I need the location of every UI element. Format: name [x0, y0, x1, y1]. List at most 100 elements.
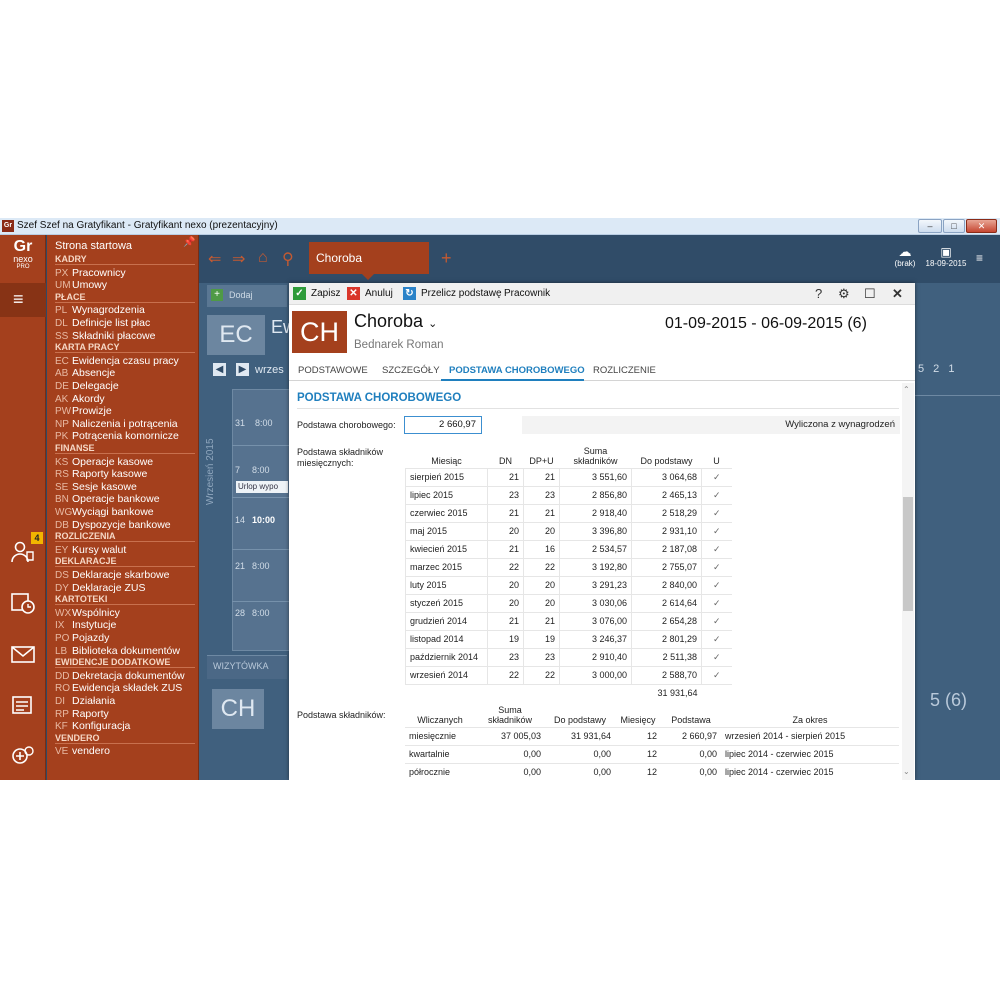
- column-header[interactable]: Za okres: [721, 703, 899, 727]
- menu-item[interactable]: PK Potrącenia komornicze: [55, 430, 179, 443]
- column-header[interactable]: Podstawa: [661, 703, 721, 727]
- tab-szczegoly[interactable]: SZCZEGÓŁY: [382, 365, 440, 376]
- menu-item[interactable]: LB Biblioteka dokumentów: [55, 645, 180, 658]
- menu-item[interactable]: PL Wynagrodzenia: [55, 304, 145, 317]
- menu-toggle[interactable]: ≡: [0, 283, 46, 317]
- tab-podstawa-chorobowego[interactable]: PODSTAWA CHOROBOWEGO: [449, 365, 585, 376]
- checkmark-icon[interactable]: ✓: [701, 647, 732, 666]
- save-button[interactable]: Zapisz: [311, 288, 340, 299]
- menu-item[interactable]: EC Ewidencja czasu pracy: [55, 355, 179, 368]
- tab-rozliczenie[interactable]: ROZLICZENIE: [593, 365, 656, 376]
- menu-item[interactable]: SS Składniki płacowe: [55, 330, 155, 343]
- table-row[interactable]: marzec 2015 22 22 3 192,80 2 755,07 ✓: [405, 557, 732, 576]
- minimize-icon[interactable]: –: [918, 219, 942, 233]
- column-header[interactable]: Suma składników: [475, 703, 545, 727]
- menu-item[interactable]: WGWyciągi bankowe: [55, 506, 154, 519]
- settings-icon[interactable]: ⚙: [838, 286, 850, 302]
- table-row[interactable]: luty 2015 20 20 3 291,23 2 840,00 ✓: [405, 575, 732, 594]
- menu-home-link[interactable]: Strona startowa: [55, 240, 132, 252]
- menu-item[interactable]: EY Kursy walut: [55, 544, 126, 557]
- checkmark-icon[interactable]: ✓: [701, 575, 732, 594]
- menu-item[interactable]: AK Akordy: [55, 393, 105, 406]
- work-date[interactable]: ▣ 18-09-2015: [924, 245, 968, 268]
- new-tab-icon[interactable]: +: [441, 248, 452, 269]
- table-row[interactable]: sierpień 2015 21 21 3 551,60 3 064,68 ✓: [405, 467, 732, 486]
- checkmark-icon[interactable]: ✓: [701, 485, 732, 504]
- scrollbar-thumb[interactable]: [903, 497, 913, 611]
- menu-item[interactable]: DY Deklaracje ZUS: [55, 582, 146, 595]
- dialog-title[interactable]: Choroba ⌄: [354, 311, 437, 332]
- tab-choroba[interactable]: Choroba: [309, 242, 429, 274]
- menu-item[interactable]: SE Sesje kasowe: [55, 481, 137, 494]
- back-arrow-icon[interactable]: ⇐: [208, 249, 221, 269]
- mail-icon[interactable]: [8, 643, 38, 669]
- document-icon[interactable]: [8, 694, 38, 720]
- help-icon[interactable]: ?: [815, 286, 822, 301]
- table-row[interactable]: grudzień 2014 21 21 3 076,00 2 654,28 ✓: [405, 611, 732, 630]
- checkmark-icon[interactable]: ✓: [701, 503, 732, 522]
- table-row[interactable]: lipiec 2015 23 23 2 856,80 2 465,13 ✓: [405, 485, 732, 504]
- checkmark-icon[interactable]: ✓: [701, 467, 732, 486]
- column-header[interactable]: U: [702, 442, 732, 468]
- table-row[interactable]: miesięcznie 37 005,03 31 931,64 12 2 660,97 w…: [405, 726, 899, 745]
- scroll-down-icon[interactable]: ⌄: [903, 767, 910, 776]
- menu-item[interactable]: DL Definicje list płac: [55, 317, 150, 330]
- checkmark-icon[interactable]: ✓: [701, 557, 732, 576]
- recalculate-button[interactable]: Przelicz podstawę: [421, 288, 502, 299]
- tab-podstawowe[interactable]: PODSTAWOWE: [298, 365, 368, 376]
- menu-item[interactable]: DI Działania: [55, 695, 115, 708]
- table-row[interactable]: październik 2014 23 23 2 910,40 2 511,38 ✓: [405, 647, 732, 666]
- pin-icon[interactable]: 📌: [183, 237, 195, 248]
- column-header[interactable]: Suma składników: [560, 442, 632, 468]
- menu-item[interactable]: NP Naliczenia i potrącenia: [55, 418, 178, 431]
- maximize-dialog-icon[interactable]: ☐: [864, 286, 876, 302]
- column-header[interactable]: Do podstawy: [632, 442, 702, 468]
- menu-item[interactable]: BN Operacje bankowe: [55, 493, 160, 506]
- checkmark-icon[interactable]: ✓: [701, 629, 732, 648]
- column-header[interactable]: Miesięcy: [615, 703, 661, 727]
- menu-item[interactable]: PO Pojazdy: [55, 632, 109, 645]
- add-module-icon[interactable]: [8, 743, 38, 769]
- cancel-button[interactable]: Anuluj: [365, 288, 393, 299]
- base-value-field[interactable]: 2 660,97: [404, 416, 482, 434]
- search-icon[interactable]: ⚲: [282, 249, 294, 269]
- forward-arrow-icon[interactable]: ⇒: [232, 249, 245, 269]
- menu-item[interactable]: KF Konfiguracja: [55, 720, 130, 733]
- checkmark-icon[interactable]: ✓: [701, 539, 732, 558]
- menu-item[interactable]: RO Ewidencja składek ZUS: [55, 682, 182, 695]
- maximize-icon[interactable]: □: [943, 219, 965, 233]
- checkmark-icon[interactable]: ✓: [701, 665, 732, 684]
- menu-item[interactable]: DS Deklaracje skarbowe: [55, 569, 169, 582]
- column-header[interactable]: Do podstawy: [545, 703, 615, 727]
- menu-item[interactable]: RS Raporty kasowe: [55, 468, 147, 481]
- worker-menu-button[interactable]: Pracownik: [504, 288, 550, 299]
- table-row[interactable]: maj 2015 20 20 3 396,80 2 931,10 ✓: [405, 521, 732, 540]
- app-menu-icon[interactable]: ≡: [976, 251, 983, 265]
- menu-item[interactable]: PWProwizje: [55, 405, 112, 418]
- table-row[interactable]: kwiecień 2015 21 16 2 534,57 2 187,08 ✓: [405, 539, 732, 558]
- menu-item[interactable]: DB Dyspozycje bankowe: [55, 519, 171, 532]
- table-row[interactable]: styczeń 2015 20 20 3 030,06 2 614,64 ✓: [405, 593, 732, 612]
- column-header[interactable]: Wliczanych: [405, 703, 475, 727]
- menu-item[interactable]: IX Instytucje: [55, 619, 116, 632]
- home-icon[interactable]: ⌂: [258, 249, 268, 267]
- table-row[interactable]: półrocznie 0,00 0,00 12 0,00 lipiec 2014 - cz…: [405, 762, 899, 780]
- table-row[interactable]: czerwiec 2015 21 21 2 918,40 2 518,29 ✓: [405, 503, 732, 522]
- menu-item[interactable]: VE vendero: [55, 745, 110, 758]
- calendar-clock-icon[interactable]: [8, 591, 38, 617]
- menu-item[interactable]: DE Delegacje: [55, 380, 119, 393]
- menu-item[interactable]: KS Operacje kasowe: [55, 456, 153, 469]
- column-header[interactable]: DN: [488, 442, 524, 468]
- menu-item[interactable]: PX Pracownicy: [55, 267, 126, 280]
- menu-item[interactable]: AB Absencje: [55, 367, 115, 380]
- checkmark-icon[interactable]: ✓: [701, 521, 732, 540]
- user-status[interactable]: ☁ (brak): [890, 245, 920, 269]
- menu-item[interactable]: UMUmowy: [55, 279, 107, 292]
- table-row[interactable]: wrzesień 2014 22 22 3 000,00 2 588,70 ✓: [405, 665, 732, 684]
- close-dialog-icon[interactable]: ✕: [892, 286, 903, 302]
- menu-item[interactable]: DD Dekretacja dokumentów: [55, 670, 185, 683]
- close-icon[interactable]: ✕: [966, 219, 997, 233]
- column-header[interactable]: Miesiąc: [406, 442, 488, 468]
- menu-item[interactable]: RP Raporty: [55, 708, 109, 721]
- checkmark-icon[interactable]: ✓: [701, 611, 732, 630]
